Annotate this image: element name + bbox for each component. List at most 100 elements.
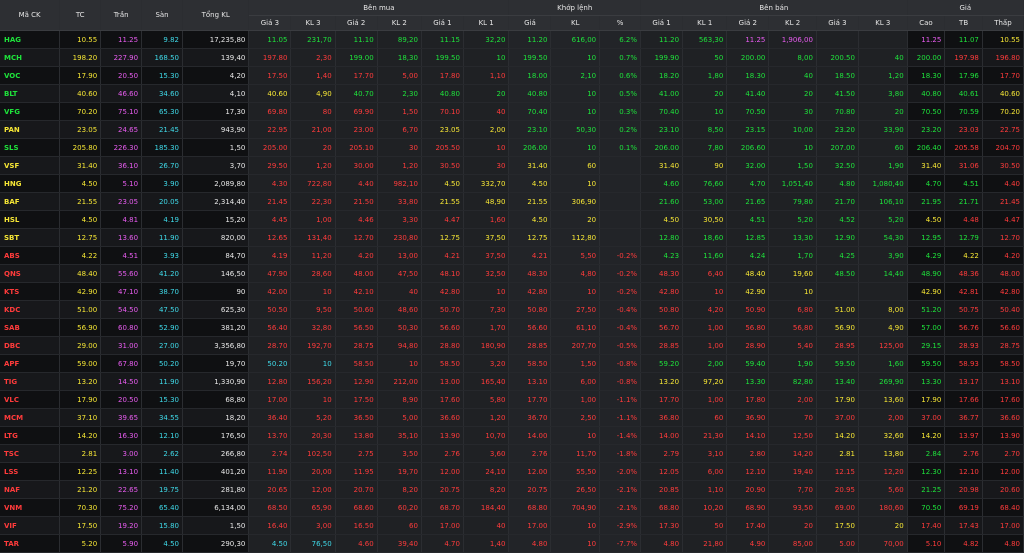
- table-row[interactable]: HNG 4.50 5.10 3.90 2,089,80 4.30 722,80 4.40 982…: [0, 174, 1024, 193]
- stock-symbol[interactable]: LSS: [0, 462, 61, 481]
- col-header-match-price[interactable]: Giá: [508, 15, 552, 31]
- col-header-buy-vol-1[interactable]: KL 1: [463, 15, 510, 31]
- col-header-sell-price-1[interactable]: Giá 1: [640, 15, 684, 31]
- table-row[interactable]: KTS 42.90 47.10 38.70 90 42.00 10 42.10 40 42.80 1…: [0, 282, 1024, 301]
- cell-sell-vol-1: 10: [682, 102, 728, 121]
- stock-symbol[interactable]: TSC: [0, 444, 61, 463]
- stock-symbol[interactable]: VNM: [0, 498, 61, 517]
- cell-match-price: 17.00: [508, 516, 552, 535]
- table-row[interactable]: APF 59.00 67.80 50.20 19,70 50.20 10 58.50 10 58.…: [0, 354, 1024, 373]
- stock-symbol[interactable]: MCM: [0, 408, 61, 427]
- table-row[interactable]: KDC 51.00 54.50 47.50 625,30 50.50 9,50 50.60 48…: [0, 300, 1024, 319]
- stock-symbol[interactable]: TAR: [0, 534, 61, 553]
- col-header-buy-price-2[interactable]: Giá 2: [335, 15, 378, 31]
- col-header-floor[interactable]: Sàn: [141, 0, 183, 31]
- table-row[interactable]: HSL 4.50 4.81 4.19 15,20 4.45 1,00 4.46 3,30 4.47…: [0, 210, 1024, 229]
- table-row[interactable]: VLC 17.90 20.50 15.30 68,80 17.00 10 17.50 8,90 1…: [0, 390, 1024, 409]
- cell-match-pct: -0.2%: [599, 264, 642, 283]
- stock-symbol[interactable]: MCH: [0, 48, 61, 67]
- stock-symbol[interactable]: HAG: [0, 30, 61, 49]
- stock-symbol[interactable]: HNG: [0, 174, 61, 193]
- col-header-ceiling[interactable]: Trần: [100, 0, 143, 31]
- stock-symbol[interactable]: KDC: [0, 300, 61, 319]
- table-row[interactable]: DBC 29.00 31.00 27.00 3,356,80 28.70 192,70 28.…: [0, 336, 1024, 355]
- cell-floor: 12.10: [141, 426, 183, 445]
- stock-symbol[interactable]: LTG: [0, 426, 61, 445]
- col-header-avg[interactable]: TB: [944, 15, 983, 31]
- table-row[interactable]: TIG 13.20 14.50 11.90 1,330,90 12.80 156,20 12.…: [0, 372, 1024, 391]
- stock-symbol[interactable]: SAB: [0, 318, 61, 337]
- stock-symbol[interactable]: QNS: [0, 264, 61, 283]
- table-row[interactable]: SLS 205.80 226.30 185.30 1,50 205.00 20 205.10 3…: [0, 138, 1024, 157]
- col-header-buy-price-1[interactable]: Giá 1: [421, 15, 464, 31]
- stock-symbol[interactable]: BLT: [0, 84, 61, 103]
- stock-symbol[interactable]: TIG: [0, 372, 61, 391]
- cell-avg: 12.79: [944, 228, 983, 247]
- col-header-sell-vol-1[interactable]: KL 1: [682, 15, 728, 31]
- col-header-sell-vol-3[interactable]: KL 3: [858, 15, 908, 31]
- table-row[interactable]: TAR 5.20 5.90 4.50 290,30 4.50 76,50 4.60 39,40 4…: [0, 534, 1024, 553]
- stock-symbol[interactable]: VOC: [0, 66, 61, 85]
- table-row[interactable]: BLT 40.60 46.60 34.60 4,10 40.60 4,90 40.70 2,30…: [0, 84, 1024, 103]
- cell-sell-vol-1: 21,80: [682, 534, 728, 553]
- table-row[interactable]: QNS 48.40 55.60 41.20 146,50 47.90 28,60 48.00 4…: [0, 264, 1024, 283]
- stock-symbol[interactable]: ABS: [0, 246, 61, 265]
- stock-symbol[interactable]: VFG: [0, 102, 61, 121]
- table-row[interactable]: LTG 14.20 16.30 12.10 176,50 13.70 20,30 13.80 3…: [0, 426, 1024, 445]
- stock-symbol[interactable]: BAF: [0, 192, 61, 211]
- col-header-buy-vol-3[interactable]: KL 3: [290, 15, 336, 31]
- table-row[interactable]: ABS 4.22 4.51 3.93 84,70 4.19 11,20 4.20 13,00 4.…: [0, 246, 1024, 265]
- table-row[interactable]: VNM 70.30 75.20 65.40 6,134,00 68.50 65,90 68.6…: [0, 498, 1024, 517]
- cell-low: 28.75: [982, 336, 1024, 355]
- stock-symbol[interactable]: NAF: [0, 480, 61, 499]
- table-row[interactable]: VOC 17.90 20.50 15.30 4,20 17.50 1,40 17.70 5,00…: [0, 66, 1024, 85]
- cell-buy-vol-3: 21,00: [290, 120, 336, 139]
- cell-total-volume: 84,70: [182, 246, 250, 265]
- table-row[interactable]: TSC 2.81 3.00 2.62 266,80 2.74 102,50 2.75 3,50 2…: [0, 444, 1024, 463]
- table-row[interactable]: LSS 12.25 13.10 11.40 401,20 11.90 20,00 11.95 1…: [0, 462, 1024, 481]
- col-header-low[interactable]: Thấp: [982, 15, 1024, 31]
- cell-high: 4.50: [907, 210, 946, 229]
- cell-match-vol: 10: [550, 174, 601, 193]
- cell-ceiling: 3.00: [100, 444, 143, 463]
- col-header-buy-vol-2[interactable]: KL 2: [377, 15, 422, 31]
- stock-symbol[interactable]: SLS: [0, 138, 61, 157]
- col-header-sell-price-3[interactable]: Giá 3: [816, 15, 859, 31]
- table-row[interactable]: BAF 21.55 23.05 20.05 2,314,40 21.45 22,30 21.5…: [0, 192, 1024, 211]
- stock-symbol[interactable]: APF: [0, 354, 61, 373]
- table-row[interactable]: HAG 10.55 11.25 9.82 17,235,80 11.05 231,70 11.…: [0, 30, 1024, 49]
- stock-symbol[interactable]: VLC: [0, 390, 61, 409]
- stock-symbol[interactable]: VSF: [0, 156, 61, 175]
- col-header-high[interactable]: Cao: [907, 15, 946, 31]
- table-row[interactable]: SBT 12.75 13.60 11.90 820,00 12.65 131,40 12.70…: [0, 228, 1024, 247]
- stock-symbol[interactable]: VIF: [0, 516, 61, 535]
- stock-symbol[interactable]: SBT: [0, 228, 61, 247]
- table-row[interactable]: NAF 21.20 22.65 19.75 281,80 20.65 12,00 20.70 8…: [0, 480, 1024, 499]
- cell-floor: 27.00: [141, 336, 183, 355]
- stock-symbol[interactable]: HSL: [0, 210, 61, 229]
- col-header-match-vol[interactable]: KL: [550, 15, 601, 31]
- cell-avg: 40.61: [944, 84, 983, 103]
- cell-buy-vol-2: 3,50: [377, 444, 422, 463]
- cell-buy-vol-3: 192,70: [290, 336, 336, 355]
- stock-symbol[interactable]: DBC: [0, 336, 61, 355]
- table-row[interactable]: VFG 70.20 75.10 65.30 17,30 69.80 80 69.90 1,50 7…: [0, 102, 1024, 121]
- col-header-sell-vol-2[interactable]: KL 2: [768, 15, 817, 31]
- table-row[interactable]: VSF 31.40 36.10 26.70 3,70 29.50 1,20 30.00 1,20…: [0, 156, 1024, 175]
- col-header-match-pct[interactable]: %: [599, 15, 642, 31]
- col-header-ref[interactable]: TC: [59, 0, 102, 31]
- cell-buy-price-3: 22.95: [248, 120, 292, 139]
- col-header-buy-price-3[interactable]: Giá 3: [248, 15, 292, 31]
- stock-symbol[interactable]: KTS: [0, 282, 61, 301]
- cell-ceiling: 75.20: [100, 498, 143, 517]
- col-header-symbol[interactable]: Mã CK: [0, 0, 61, 31]
- table-row[interactable]: VIF 17.50 19.20 15.80 1,50 16.40 3,00 16.50 60 17…: [0, 516, 1024, 535]
- table-row[interactable]: PAN 23.05 24.65 21.45 943,90 22.95 21,00 23.00 6…: [0, 120, 1024, 139]
- col-header-total-volume[interactable]: Tổng KL: [182, 0, 250, 31]
- cell-match-price: 50.80: [508, 300, 552, 319]
- col-header-sell-price-2[interactable]: Giá 2: [726, 15, 770, 31]
- table-row[interactable]: SAB 56.90 60.80 52.90 381,20 56.40 32,80 56.50 5…: [0, 318, 1024, 337]
- table-row[interactable]: MCH 198.20 227.90 168.50 139,40 197.80 2,30 199…: [0, 48, 1024, 67]
- table-row[interactable]: MCM 37.10 39.65 34.55 18,20 36.40 5,20 36.50 5,0…: [0, 408, 1024, 427]
- stock-symbol[interactable]: PAN: [0, 120, 61, 139]
